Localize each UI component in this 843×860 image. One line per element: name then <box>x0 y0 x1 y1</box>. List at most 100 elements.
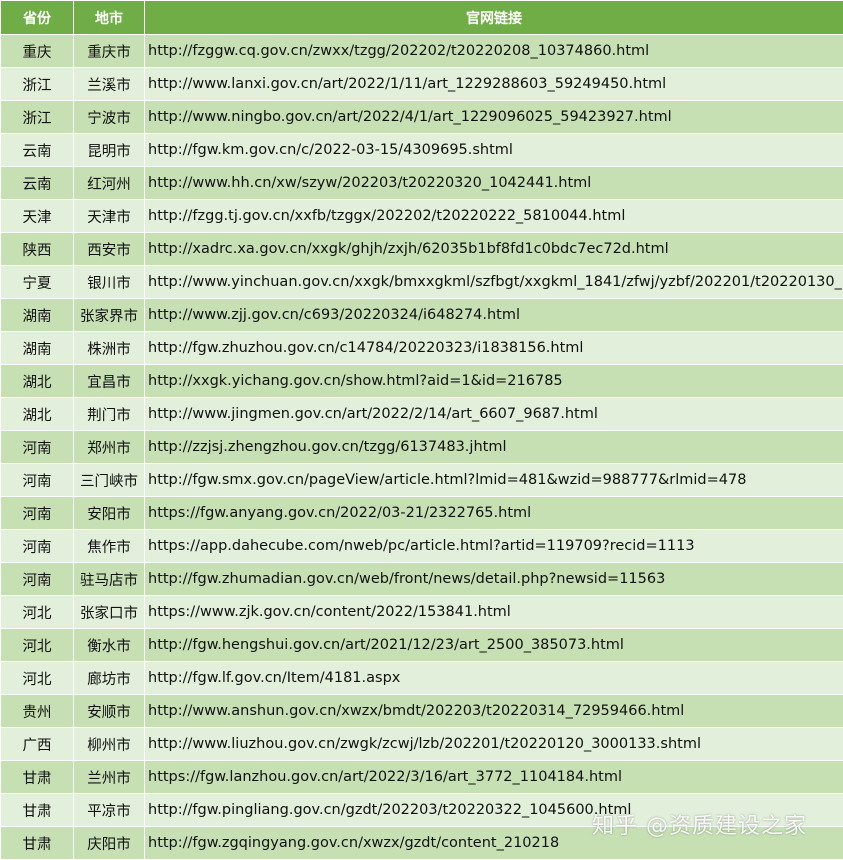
table-row: 重庆重庆市http://fzggw.cq.gov.cn/zwxx/tzgg/20… <box>1 35 843 68</box>
links-table: 省份 地市 官网链接 重庆重庆市http://fzggw.cq.gov.cn/z… <box>0 0 843 860</box>
cell-province: 河南 <box>1 563 74 596</box>
cell-province: 天津 <box>1 200 74 233</box>
table-row: 河南郑州市http://zzjsj.zhengzhou.gov.cn/tzgg/… <box>1 431 843 464</box>
cell-city: 昆明市 <box>74 134 145 167</box>
cell-link[interactable]: http://fzggw.cq.gov.cn/zwxx/tzgg/202202/… <box>145 35 843 68</box>
table-row: 河北衡水市http://fgw.hengshui.gov.cn/art/2021… <box>1 629 843 662</box>
cell-province: 贵州 <box>1 695 74 728</box>
cell-city: 衡水市 <box>74 629 145 662</box>
cell-link[interactable]: http://xadrc.xa.gov.cn/xxgk/ghjh/zxjh/62… <box>145 233 843 266</box>
cell-province: 湖南 <box>1 299 74 332</box>
cell-city: 红河州 <box>74 167 145 200</box>
cell-province: 河南 <box>1 497 74 530</box>
table-row: 甘肃兰州市https://fgw.lanzhou.gov.cn/art/2022… <box>1 761 843 794</box>
cell-link[interactable]: http://xxgk.yichang.gov.cn/show.html?aid… <box>145 365 843 398</box>
table-row: 河南三门峡市http://fgw.smx.gov.cn/pageView/art… <box>1 464 843 497</box>
table-row: 云南红河州http://www.hh.cn/xw/szyw/202203/t20… <box>1 167 843 200</box>
cell-province: 河北 <box>1 662 74 695</box>
cell-link[interactable]: http://fgw.smx.gov.cn/pageView/article.h… <box>145 464 843 497</box>
cell-city: 郑州市 <box>74 431 145 464</box>
table-row: 河北张家口市https://www.zjk.gov.cn/content/202… <box>1 596 843 629</box>
cell-province: 浙江 <box>1 68 74 101</box>
cell-city: 三门峡市 <box>74 464 145 497</box>
cell-link[interactable]: http://www.jingmen.gov.cn/art/2022/2/14/… <box>145 398 843 431</box>
cell-province: 甘肃 <box>1 761 74 794</box>
cell-city: 廊坊市 <box>74 662 145 695</box>
cell-city: 安顺市 <box>74 695 145 728</box>
table-row: 广西柳州市http://www.liuzhou.gov.cn/zwgk/zcwj… <box>1 728 843 761</box>
cell-link[interactable]: http://www.ningbo.gov.cn/art/2022/4/1/ar… <box>145 101 843 134</box>
cell-city: 西安市 <box>74 233 145 266</box>
cell-province: 重庆 <box>1 35 74 68</box>
cell-province: 甘肃 <box>1 794 74 827</box>
cell-link[interactable]: https://app.dahecube.com/nweb/pc/article… <box>145 530 843 563</box>
table-row: 陕西西安市http://xadrc.xa.gov.cn/xxgk/ghjh/zx… <box>1 233 843 266</box>
cell-city: 荆门市 <box>74 398 145 431</box>
cell-link[interactable]: http://fgw.lf.gov.cn/Item/4181.aspx <box>145 662 843 695</box>
cell-link[interactable]: https://www.zjk.gov.cn/content/2022/1538… <box>145 596 843 629</box>
table-row: 湖南株洲市http://fgw.zhuzhou.gov.cn/c14784/20… <box>1 332 843 365</box>
cell-link[interactable]: http://fgw.zhumadian.gov.cn/web/front/ne… <box>145 563 843 596</box>
cell-province: 陕西 <box>1 233 74 266</box>
cell-province: 河北 <box>1 596 74 629</box>
cell-city: 宁波市 <box>74 101 145 134</box>
table-body: 重庆重庆市http://fzggw.cq.gov.cn/zwxx/tzgg/20… <box>1 35 843 860</box>
cell-link[interactable]: http://fgw.zhuzhou.gov.cn/c14784/2022032… <box>145 332 843 365</box>
header-province: 省份 <box>1 1 74 35</box>
cell-city: 张家口市 <box>74 596 145 629</box>
table-row: 河北廊坊市http://fgw.lf.gov.cn/Item/4181.aspx <box>1 662 843 695</box>
table-row: 湖南张家界市http://www.zjj.gov.cn/c693/2022032… <box>1 299 843 332</box>
cell-link[interactable]: https://fgw.lanzhou.gov.cn/art/2022/3/16… <box>145 761 843 794</box>
cell-link[interactable]: http://www.hh.cn/xw/szyw/202203/t2022032… <box>145 167 843 200</box>
table-row: 湖北荆门市http://www.jingmen.gov.cn/art/2022/… <box>1 398 843 431</box>
cell-city: 宜昌市 <box>74 365 145 398</box>
cell-city: 焦作市 <box>74 530 145 563</box>
cell-city: 兰州市 <box>74 761 145 794</box>
cell-province: 云南 <box>1 167 74 200</box>
table-row: 云南昆明市http://fgw.km.gov.cn/c/2022-03-15/4… <box>1 134 843 167</box>
cell-link[interactable]: http://www.lanxi.gov.cn/art/2022/1/11/ar… <box>145 68 843 101</box>
table-row: 河南焦作市https://app.dahecube.com/nweb/pc/ar… <box>1 530 843 563</box>
cell-link[interactable]: http://www.zjj.gov.cn/c693/20220324/i648… <box>145 299 843 332</box>
cell-link[interactable]: http://www.anshun.gov.cn/xwzx/bmdt/20220… <box>145 695 843 728</box>
table-row: 河南安阳市https://fgw.anyang.gov.cn/2022/03-2… <box>1 497 843 530</box>
cell-province: 湖北 <box>1 365 74 398</box>
table-row: 浙江兰溪市http://www.lanxi.gov.cn/art/2022/1/… <box>1 68 843 101</box>
cell-link[interactable]: http://fgw.hengshui.gov.cn/art/2021/12/2… <box>145 629 843 662</box>
cell-province: 河南 <box>1 530 74 563</box>
cell-city: 柳州市 <box>74 728 145 761</box>
table-row: 贵州安顺市http://www.anshun.gov.cn/xwzx/bmdt/… <box>1 695 843 728</box>
table-header-row: 省份 地市 官网链接 <box>1 1 843 35</box>
watermark: 知乎 @资质建设之家 <box>592 808 807 840</box>
table-row: 河南驻马店市http://fgw.zhumadian.gov.cn/web/fr… <box>1 563 843 596</box>
cell-province: 河南 <box>1 431 74 464</box>
cell-province: 浙江 <box>1 101 74 134</box>
cell-province: 湖南 <box>1 332 74 365</box>
cell-city: 重庆市 <box>74 35 145 68</box>
cell-link[interactable]: http://fgw.km.gov.cn/c/2022-03-15/430969… <box>145 134 843 167</box>
cell-province: 河南 <box>1 464 74 497</box>
cell-link[interactable]: https://fgw.anyang.gov.cn/2022/03-21/232… <box>145 497 843 530</box>
cell-province: 河北 <box>1 629 74 662</box>
cell-province: 广西 <box>1 728 74 761</box>
cell-province: 甘肃 <box>1 827 74 860</box>
cell-city: 安阳市 <box>74 497 145 530</box>
cell-link[interactable]: http://fzgg.tj.gov.cn/xxfb/tzggx/202202/… <box>145 200 843 233</box>
cell-city: 张家界市 <box>74 299 145 332</box>
cell-city: 平凉市 <box>74 794 145 827</box>
cell-city: 兰溪市 <box>74 68 145 101</box>
table-row: 天津天津市http://fzgg.tj.gov.cn/xxfb/tzggx/20… <box>1 200 843 233</box>
cell-link[interactable]: http://www.liuzhou.gov.cn/zwgk/zcwj/lzb/… <box>145 728 843 761</box>
cell-province: 云南 <box>1 134 74 167</box>
cell-link[interactable]: http://zzjsj.zhengzhou.gov.cn/tzgg/61374… <box>145 431 843 464</box>
cell-city: 银川市 <box>74 266 145 299</box>
cell-link[interactable]: http://www.yinchuan.gov.cn/xxgk/bmxxgkml… <box>145 266 843 299</box>
table-row: 宁夏银川市http://www.yinchuan.gov.cn/xxgk/bmx… <box>1 266 843 299</box>
header-city: 地市 <box>74 1 145 35</box>
table-row: 湖北宜昌市http://xxgk.yichang.gov.cn/show.htm… <box>1 365 843 398</box>
cell-city: 驻马店市 <box>74 563 145 596</box>
cell-city: 天津市 <box>74 200 145 233</box>
cell-province: 宁夏 <box>1 266 74 299</box>
cell-city: 株洲市 <box>74 332 145 365</box>
cell-city: 庆阳市 <box>74 827 145 860</box>
